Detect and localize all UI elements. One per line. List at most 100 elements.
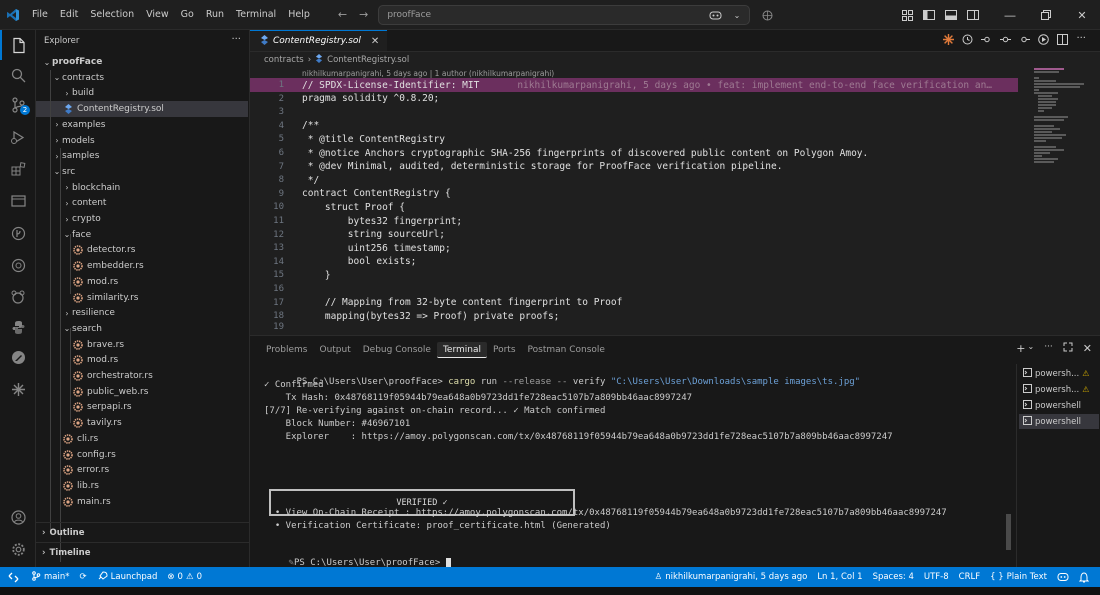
problems-status[interactable]: ⊗ 0 ⚠ 0 [162,572,207,582]
forward-arrow-icon[interactable]: → [359,8,368,21]
cursor-position[interactable]: Ln 1, Col 1 [812,572,867,582]
code-line[interactable]: 7 * @dev Minimal, audited, deterministic… [250,160,1018,174]
open-changes-icon[interactable] [962,34,973,48]
indentation[interactable]: Spaces: 4 [868,572,919,582]
tree-file[interactable]: public_web.rs [36,384,248,400]
tree-folder[interactable]: ⌄ proofFace [36,54,248,70]
code-line[interactable]: 5 * @title ContentRegistry [250,132,1018,146]
encoding[interactable]: UTF-8 [919,572,954,582]
sync-button[interactable]: ⟳ [75,572,92,582]
code-line[interactable]: 4 /** [250,119,1018,133]
tree-folder[interactable]: › content [36,195,248,211]
minimize-button[interactable]: ― [992,0,1028,30]
tree-folder[interactable]: › build [36,85,248,101]
code-line[interactable]: 18 mapping(bytes32 => Proof) private pro… [250,309,1018,323]
tree-file[interactable]: serpapi.rs [36,399,248,415]
maximize-panel-icon[interactable] [1063,342,1073,355]
outline-section[interactable]: › Outline [36,522,250,542]
run-debug-icon[interactable] [0,122,36,152]
run-icon[interactable] [1038,34,1050,48]
code-line[interactable]: 12 string sourceUrl; [250,228,1018,242]
accounts-icon[interactable] [0,502,36,532]
tree-folder[interactable]: › models [36,133,248,149]
remote-indicator-icon[interactable] [0,567,26,587]
minimap[interactable] [1034,68,1092,168]
split-editor-icon[interactable] [1057,34,1069,48]
language-mode[interactable]: { } Plain Text [985,572,1052,582]
account-globe-icon[interactable] [758,8,776,22]
tree-folder[interactable]: › examples [36,117,248,133]
copilot-status-icon[interactable] [1052,572,1074,582]
breadcrumb-file[interactable]: ContentRegistry.sol [327,55,409,65]
sparkle-icon[interactable] [0,374,36,404]
menu-go[interactable]: Go [175,9,200,20]
timeline-section[interactable]: › Timeline [36,542,250,562]
code-line[interactable]: 17 // Mapping from 32-byte content finge… [250,296,1018,310]
commit-graph-icon[interactable] [1000,34,1012,48]
code-line[interactable]: 14 bool exists; [250,255,1018,269]
more-actions-icon[interactable]: ··· [1076,34,1086,48]
code-line[interactable]: 19 [250,322,1018,332]
menu-help[interactable]: Help [282,9,316,20]
code-line[interactable]: 6 * @notice Anchors cryptographic SHA-25… [250,146,1018,160]
tree-file[interactable]: lib.rs [36,478,248,494]
launchpad-button[interactable]: Launchpad [92,570,163,584]
chevron-down-icon[interactable]: ⌄ [1027,342,1034,355]
menu-selection[interactable]: Selection [84,9,140,20]
toggle-primary-sidebar-icon[interactable] [920,8,938,22]
terminal-instance[interactable]: powershell [1019,414,1099,429]
code-line[interactable]: 11 bytes32 fingerprint; [250,214,1018,228]
terminal-instance[interactable]: powershell [1019,398,1099,413]
docker-icon[interactable] [0,282,36,312]
command-center-search[interactable]: proofFace [378,4,751,25]
tree-folder[interactable]: ⌄ src [36,164,248,180]
tree-folder[interactable]: › resilience [36,305,248,321]
restore-button[interactable] [1028,0,1064,30]
code-line[interactable]: 3 [250,105,1018,119]
code-line[interactable]: 1 // SPDX-License-Identifier: MIT nikhilku… [250,78,1018,92]
code-line[interactable]: 13 uint256 timestamp; [250,241,1018,255]
code-line[interactable]: 2 pragma solidity ^0.8.20; [250,92,1018,106]
blame-status[interactable]: ♙ nikhilkumarpanigrahi, 5 days ago [650,572,813,582]
tab-terminal[interactable]: Terminal [436,342,487,358]
explorer-icon[interactable] [0,30,36,60]
extensions-icon[interactable] [0,154,36,184]
toggle-panel-icon[interactable] [942,8,960,22]
terminal-instance[interactable]: powersh... ⚠ [1019,382,1099,397]
source-control-icon[interactable]: 2 [0,90,36,120]
breadcrumb-contracts[interactable]: contracts [264,55,304,65]
tree-file[interactable]: brave.rs [36,337,248,353]
next-revision-icon[interactable] [1019,34,1031,48]
tree-folder[interactable]: › samples [36,148,248,164]
blame-codelens[interactable]: nikhilkumarpanigrahi, 5 days ago | 1 aut… [302,69,554,78]
terminal-scrollbar[interactable] [1006,514,1011,550]
terminal-output[interactable]: PS C:\Users\User\proofFace> cargo run --… [250,364,1002,568]
tree-file[interactable]: ContentRegistry.sol [36,101,248,118]
postman-icon[interactable] [0,342,36,372]
terminal-instance[interactable]: powersh... ⚠ [1019,366,1099,381]
testing-icon[interactable] [0,250,36,280]
menu-edit[interactable]: Edit [54,9,84,20]
tree-folder[interactable]: ⌄ contracts [36,70,248,86]
search-icon[interactable] [0,60,36,90]
menu-file[interactable]: File [26,9,54,20]
menu-terminal[interactable]: Terminal [230,9,282,20]
tab-postman-console[interactable]: Postman Console [522,336,611,364]
code-line[interactable]: 15 } [250,268,1018,282]
tree-folder[interactable]: › blockchain [36,180,248,196]
tree-file[interactable]: error.rs [36,462,248,478]
notifications-bell-icon[interactable] [1074,571,1094,583]
new-terminal-icon[interactable]: + [1016,342,1025,355]
tree-file[interactable]: similarity.rs [36,290,248,306]
back-arrow-icon[interactable]: ← [338,8,347,21]
tab-output[interactable]: Output [313,336,356,364]
remote-explorer-icon[interactable] [0,186,36,216]
tree-file[interactable]: mod.rs [36,274,248,290]
copilot-icon[interactable] [706,8,724,22]
tree-file[interactable]: mod.rs [36,352,248,368]
toggle-secondary-sidebar-icon[interactable] [964,8,982,22]
tree-file[interactable]: embedder.rs [36,258,248,274]
code-line[interactable]: 16 [250,282,1018,296]
explorer-more-actions-icon[interactable]: ··· [231,34,241,45]
chevron-down-icon[interactable]: ⌄ [728,8,746,22]
